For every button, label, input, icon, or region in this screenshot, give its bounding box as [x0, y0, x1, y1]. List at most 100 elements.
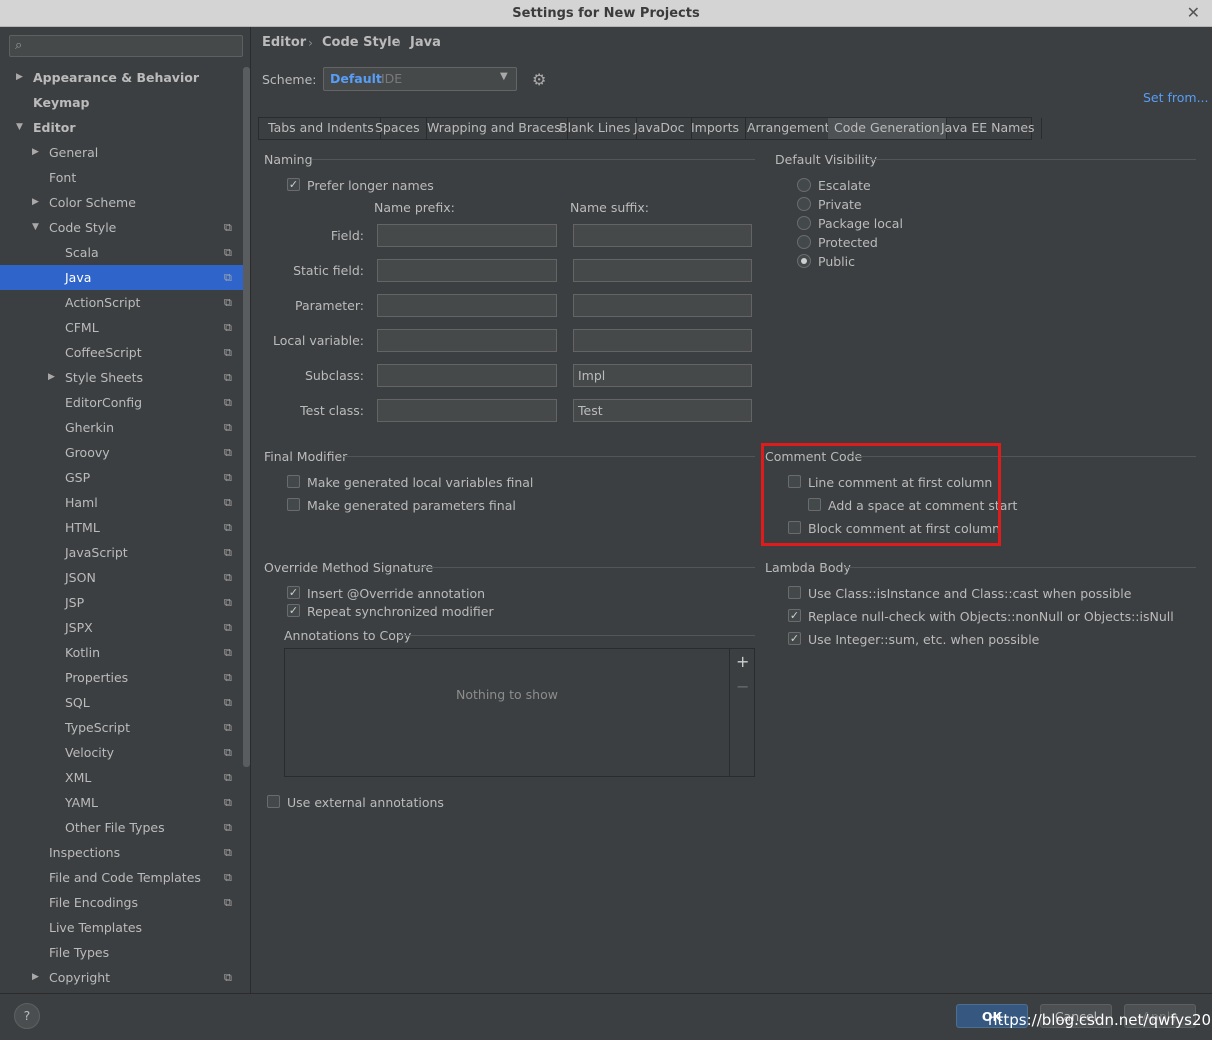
remove-icon[interactable]: −: [736, 677, 749, 696]
tree-item[interactable]: Haml ⧉: [0, 490, 250, 515]
name-suffix-field[interactable]: Test: [573, 399, 752, 422]
title-bar: Settings for New Projects ✕: [0, 0, 1212, 27]
chevron-right-icon[interactable]: ▶: [16, 65, 23, 90]
name-suffix-field[interactable]: Impl: [573, 364, 752, 387]
name-prefix-field[interactable]: [377, 259, 557, 282]
tree-item[interactable]: Other File Types ⧉: [0, 815, 250, 840]
final-params-checkbox[interactable]: [287, 498, 300, 511]
tree-item[interactable]: ▶ Color Scheme: [0, 190, 250, 215]
tree-item[interactable]: XML ⧉: [0, 765, 250, 790]
lambda-option-checkbox[interactable]: ✓: [788, 609, 801, 622]
tree-item[interactable]: ▼ Editor: [0, 115, 250, 140]
tree-item[interactable]: YAML ⧉: [0, 790, 250, 815]
tree-item[interactable]: JSPX ⧉: [0, 615, 250, 640]
scheme-name: Default: [330, 71, 382, 86]
tree-item-label: Haml: [65, 495, 98, 510]
tree-item[interactable]: Kotlin ⧉: [0, 640, 250, 665]
tab-spaces[interactable]: Spaces: [369, 118, 427, 139]
tree-item[interactable]: Gherkin ⧉: [0, 415, 250, 440]
visibility-radio[interactable]: [797, 178, 811, 192]
name-suffix-field[interactable]: [573, 259, 752, 282]
tab-arrangement[interactable]: Arrangement: [741, 118, 837, 139]
tree-item[interactable]: ▶ Style Sheets ⧉: [0, 365, 250, 390]
name-suffix-field[interactable]: [573, 224, 752, 247]
sidebar-scrollbar[interactable]: [243, 67, 250, 767]
scheme-dropdown[interactable]: Default IDE ▼: [323, 67, 517, 91]
tab-javadoc[interactable]: JavaDoc: [628, 118, 692, 139]
highlight-box: [761, 443, 1001, 546]
tree-item[interactable]: ActionScript ⧉: [0, 290, 250, 315]
external-annotations-checkbox[interactable]: [267, 795, 280, 808]
insert-override-checkbox[interactable]: ✓: [287, 586, 300, 599]
tab-imports[interactable]: Imports: [685, 118, 746, 139]
tree-item[interactable]: TypeScript ⧉: [0, 715, 250, 740]
project-scope-icon: ⧉: [224, 846, 232, 859]
tree-item[interactable]: ▶ Appearance & Behavior: [0, 65, 250, 90]
tree-item[interactable]: CFML ⧉: [0, 315, 250, 340]
prefer-longer-checkbox[interactable]: ✓: [287, 178, 300, 191]
name-suffix-field[interactable]: [573, 294, 752, 317]
add-icon[interactable]: +: [736, 652, 749, 671]
tree-item-label: GSP: [65, 470, 91, 485]
tree-item[interactable]: Properties ⧉: [0, 665, 250, 690]
chevron-down-icon[interactable]: ▼: [16, 115, 23, 140]
annotations-list[interactable]: Nothing to show: [284, 648, 755, 777]
tree-item[interactable]: HTML ⧉: [0, 515, 250, 540]
name-prefix-field[interactable]: [377, 364, 557, 387]
tab-tabs-and-indents[interactable]: Tabs and Indents: [262, 118, 381, 139]
tree-item[interactable]: Inspections ⧉: [0, 840, 250, 865]
lambda-option-checkbox[interactable]: ✓: [788, 632, 801, 645]
chevron-right-icon[interactable]: ▶: [32, 965, 39, 990]
tree-item[interactable]: File and Code Templates ⧉: [0, 865, 250, 890]
chevron-right-icon[interactable]: ▶: [32, 140, 39, 165]
breadcrumb-editor[interactable]: Editor: [262, 35, 306, 50]
visibility-radio[interactable]: [797, 197, 811, 211]
tree-item[interactable]: File Types: [0, 940, 250, 965]
chevron-down-icon[interactable]: ▼: [32, 215, 39, 240]
tree-item[interactable]: SQL ⧉: [0, 690, 250, 715]
visibility-radio[interactable]: [797, 216, 811, 230]
name-prefix-field[interactable]: [377, 399, 557, 422]
search-input[interactable]: ⌕: [9, 35, 243, 57]
breadcrumb-code-style[interactable]: Code Style: [322, 35, 400, 50]
tree-item[interactable]: JavaScript ⧉: [0, 540, 250, 565]
tree-item[interactable]: Keymap: [0, 90, 250, 115]
tab-code-generation[interactable]: Code Generation: [828, 118, 947, 139]
visibility-radio[interactable]: [797, 254, 811, 268]
tree-item[interactable]: JSP ⧉: [0, 590, 250, 615]
repeat-synchronized-checkbox[interactable]: ✓: [287, 604, 300, 617]
chevron-right-icon[interactable]: ▶: [48, 365, 55, 390]
tree-item[interactable]: ▶ Copyright ⧉: [0, 965, 250, 990]
name-suffix-field[interactable]: [573, 329, 752, 352]
tree-item[interactable]: ▼ Code Style ⧉: [0, 215, 250, 240]
tree-item[interactable]: EditorConfig ⧉: [0, 390, 250, 415]
tree-item[interactable]: Velocity ⧉: [0, 740, 250, 765]
tree-item[interactable]: CoffeeScript ⧉: [0, 340, 250, 365]
lambda-option-checkbox[interactable]: [788, 586, 801, 599]
tree-item[interactable]: Java ⧉: [0, 265, 250, 290]
project-scope-icon: ⧉: [224, 271, 232, 284]
name-prefix-field[interactable]: [377, 329, 557, 352]
tree-item[interactable]: File Encodings ⧉: [0, 890, 250, 915]
tree-item-label: Gherkin: [65, 420, 115, 435]
tree-item[interactable]: JSON ⧉: [0, 565, 250, 590]
name-prefix-field[interactable]: [377, 294, 557, 317]
tree-item-label: Style Sheets: [65, 370, 144, 385]
tab-java-ee-names[interactable]: Java EE Names: [935, 118, 1042, 139]
tree-item[interactable]: Groovy ⧉: [0, 440, 250, 465]
tree-item[interactable]: Scala ⧉: [0, 240, 250, 265]
help-button[interactable]: ?: [14, 1003, 40, 1029]
tab-blank-lines[interactable]: Blank Lines: [553, 118, 638, 139]
chevron-right-icon[interactable]: ▶: [32, 190, 39, 215]
set-from-link[interactable]: Set from...: [1143, 90, 1209, 105]
tree-item[interactable]: ▶ General: [0, 140, 250, 165]
close-icon[interactable]: ✕: [1187, 3, 1200, 22]
tree-item[interactable]: Font: [0, 165, 250, 190]
final-locals-checkbox[interactable]: [287, 475, 300, 488]
gear-icon[interactable]: ⚙: [532, 70, 546, 89]
tree-item[interactable]: GSP ⧉: [0, 465, 250, 490]
tree-item[interactable]: Live Templates: [0, 915, 250, 940]
visibility-radio[interactable]: [797, 235, 811, 249]
tab-wrapping-and-braces[interactable]: Wrapping and Braces: [421, 118, 568, 139]
name-prefix-field[interactable]: [377, 224, 557, 247]
